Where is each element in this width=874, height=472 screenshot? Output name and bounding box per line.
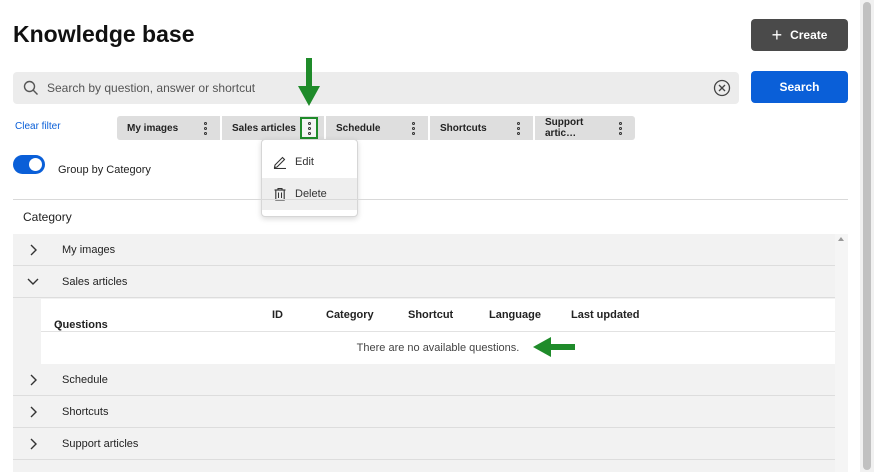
filter-chip-support-articles[interactable]: Support artic… bbox=[535, 116, 635, 140]
kebab-icon[interactable] bbox=[406, 119, 420, 137]
group-by-category-label: Group by Category bbox=[58, 164, 151, 176]
column-header-questions[interactable]: Questions ↑ bbox=[54, 309, 108, 331]
create-button[interactable]: + Create bbox=[751, 19, 848, 51]
column-header-shortcut[interactable]: Shortcut bbox=[408, 309, 453, 321]
chevron-right-icon bbox=[30, 244, 37, 255]
category-row-schedule[interactable]: Schedule bbox=[13, 364, 835, 396]
filter-chip-label: Schedule bbox=[336, 122, 381, 134]
group-by-category-toggle[interactable] bbox=[13, 155, 45, 174]
search-bar bbox=[13, 72, 739, 104]
edit-label: Edit bbox=[295, 156, 314, 168]
toggle-knob bbox=[29, 158, 42, 171]
category-list: My images Sales articles Questions ↑ ID … bbox=[13, 234, 835, 472]
knowledge-base-page: Knowledge base + Create Search Clear fil… bbox=[0, 0, 874, 472]
category-column-header: Category bbox=[13, 199, 848, 234]
filter-chip-shortcuts[interactable]: Shortcuts bbox=[430, 116, 533, 140]
category-row-shortcuts[interactable]: Shortcuts bbox=[13, 396, 835, 428]
pencil-icon bbox=[273, 156, 286, 169]
search-icon bbox=[23, 80, 38, 95]
clear-filter-link[interactable]: Clear filter bbox=[15, 121, 61, 132]
kebab-icon[interactable] bbox=[614, 119, 627, 137]
category-row-sales-articles[interactable]: Sales articles bbox=[13, 266, 835, 298]
category-label: Support articles bbox=[62, 437, 139, 450]
column-header-last-updated[interactable]: Last updated bbox=[571, 309, 639, 321]
filter-chip-label: Support artic… bbox=[545, 117, 584, 139]
column-header-language[interactable]: Language bbox=[489, 309, 541, 321]
page-scrollbar[interactable] bbox=[860, 0, 874, 472]
category-label: Schedule bbox=[62, 373, 108, 386]
empty-state-message: There are no available questions. bbox=[356, 342, 520, 354]
category-filter-chips: My images Sales articles Schedule Shortc… bbox=[117, 116, 635, 140]
questions-table: Questions ↑ ID Category Shortcut Languag… bbox=[41, 299, 835, 364]
chevron-right-icon bbox=[30, 374, 37, 385]
category-header-label: Category bbox=[23, 210, 72, 224]
category-row-my-images[interactable]: My images bbox=[13, 234, 835, 266]
clear-circle-x-icon[interactable] bbox=[713, 79, 731, 97]
questions-table-header: Questions ↑ ID Category Shortcut Languag… bbox=[41, 299, 835, 332]
page-scrollbar-thumb[interactable] bbox=[863, 2, 871, 470]
category-label: My images bbox=[62, 243, 116, 256]
category-label: Shortcuts bbox=[62, 405, 109, 418]
plus-icon: + bbox=[771, 25, 783, 45]
filter-chip-label: My images bbox=[127, 122, 179, 134]
filter-chip-sales-articles[interactable]: Sales articles bbox=[222, 116, 324, 140]
list-scrollbar[interactable] bbox=[835, 234, 848, 472]
page-title: Knowledge base bbox=[13, 21, 195, 47]
scroll-up-arrow-icon[interactable] bbox=[838, 237, 844, 241]
filter-chip-schedule[interactable]: Schedule bbox=[326, 116, 428, 140]
column-header-category[interactable]: Category bbox=[326, 309, 374, 321]
chevron-right-icon bbox=[30, 406, 37, 417]
annotation-arrow-down bbox=[298, 58, 320, 106]
chevron-right-icon bbox=[30, 438, 37, 449]
kebab-icon[interactable] bbox=[511, 119, 525, 137]
chevron-down-icon bbox=[27, 278, 39, 285]
create-button-label: Create bbox=[790, 28, 828, 42]
kebab-icon[interactable] bbox=[198, 119, 212, 137]
filter-chip-my-images[interactable]: My images bbox=[117, 116, 220, 140]
column-header-id[interactable]: ID bbox=[272, 309, 283, 321]
kebab-icon[interactable] bbox=[300, 117, 318, 139]
edit-menu-item[interactable]: Edit bbox=[262, 146, 357, 178]
category-row-support-articles[interactable]: Support articles bbox=[13, 428, 835, 460]
sort-ascending-icon: ↑ bbox=[57, 319, 63, 331]
search-input[interactable] bbox=[47, 72, 697, 104]
filter-chip-label: Shortcuts bbox=[440, 122, 487, 134]
category-label: Sales articles bbox=[62, 275, 128, 288]
filter-chip-label: Sales articles bbox=[232, 122, 296, 134]
search-button[interactable]: Search bbox=[751, 71, 848, 103]
annotation-arrow-left bbox=[533, 337, 575, 357]
